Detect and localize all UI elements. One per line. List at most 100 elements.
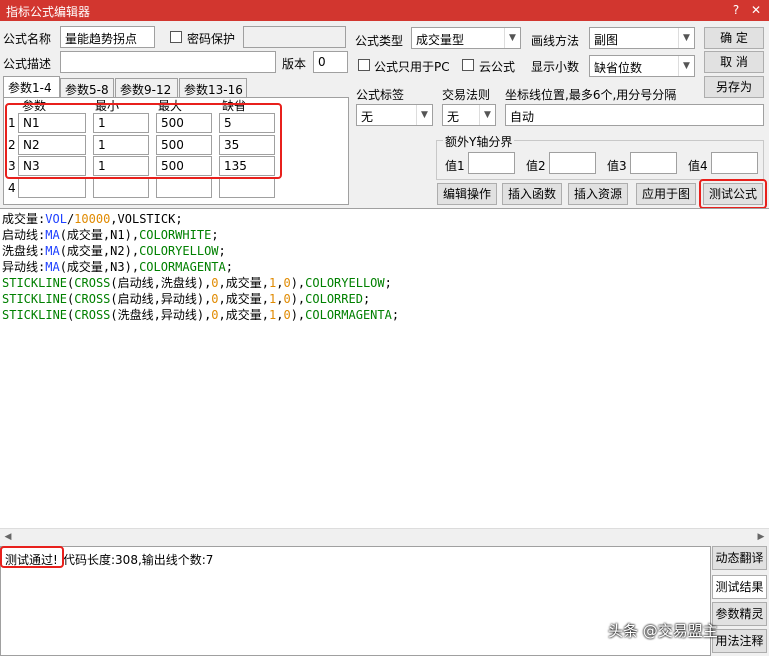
version-field[interactable]: 0 <box>313 51 348 73</box>
code-token: 0 <box>211 276 219 290</box>
scroll-left-icon[interactable]: ◀ <box>0 529 16 545</box>
code-token: ,VOLSTICK; <box>110 212 183 226</box>
code-token: ; <box>211 228 219 242</box>
password-field[interactable] <box>243 26 346 48</box>
chevron-down-icon: ▼ <box>678 28 694 48</box>
param-name-cell[interactable] <box>18 178 86 198</box>
code-token: (成交量,N2), <box>59 244 140 258</box>
code-token: ), <box>290 308 306 322</box>
version-label: 版本 <box>282 57 307 71</box>
draw-method-select[interactable]: 副图 ▼ <box>589 27 695 49</box>
formula-desc-field[interactable] <box>60 51 276 73</box>
password-checkbox[interactable] <box>170 31 182 43</box>
param-max-cell[interactable] <box>156 178 212 198</box>
chevron-down-icon: ▼ <box>416 105 432 125</box>
draw-method-label: 画线方法 <box>531 34 580 48</box>
cloud-label: 云公式 <box>479 60 516 74</box>
code-token: ), <box>290 292 306 306</box>
test-result-button[interactable]: 测试结果 <box>712 575 767 599</box>
code-line: 成交量:VOL/10000,VOLSTICK; <box>2 211 769 227</box>
insert-function-button[interactable]: 插入函数 <box>502 183 562 205</box>
window-title: 指标公式编辑器 <box>6 5 91 19</box>
formula-desc-label: 公式描述 <box>3 57 52 71</box>
param-default-cell[interactable] <box>219 178 275 198</box>
code-token: 成交量 <box>2 212 39 226</box>
formula-type-select[interactable]: 成交量型 ▼ <box>411 27 521 49</box>
trade-rule-select[interactable]: 无 ▼ <box>442 104 496 126</box>
code-token: ; <box>225 260 233 274</box>
code-token: CROSS <box>74 276 111 290</box>
coord-line-field[interactable]: 自动 <box>505 104 764 126</box>
horizontal-scrollbar[interactable]: ◀ ▶ <box>0 528 769 544</box>
tab-params-9-12[interactable]: 参数9-12 <box>115 78 178 98</box>
code-line: STICKLINE(CROSS(洗盘线,异动线),0,成交量,1,0),COLO… <box>2 307 769 323</box>
test-button-highlight <box>699 179 767 209</box>
code-token: MA <box>45 244 60 258</box>
cancel-button[interactable]: 取 消 <box>704 51 764 73</box>
param-min-cell[interactable] <box>93 178 149 198</box>
chevron-down-icon: ▼ <box>479 105 495 125</box>
tag-label: 公式标签 <box>356 88 405 102</box>
code-token: (启动线,洗盘线), <box>110 276 212 290</box>
y-value-3-field[interactable] <box>630 152 677 174</box>
trade-rule-value: 无 <box>447 110 460 124</box>
close-button[interactable]: ✕ <box>748 2 764 18</box>
pc-only-label: 公式只用于PC <box>374 60 450 74</box>
y-axis-label: 额外Y轴分界 <box>443 133 515 150</box>
y-value-4-field[interactable] <box>711 152 758 174</box>
ok-button[interactable]: 确 定 <box>704 27 764 49</box>
tab-params-5-8[interactable]: 参数5-8 <box>60 78 114 98</box>
code-token: COLORMAGENTA <box>305 308 392 322</box>
y-value-3-label: 值3 <box>607 159 627 173</box>
code-line: STICKLINE(CROSS(启动线,异动线),0,成交量,1,0),COLO… <box>2 291 769 307</box>
insert-resource-button[interactable]: 插入资源 <box>568 183 628 205</box>
code-token: 异动线 <box>2 260 39 274</box>
code-editor[interactable]: 成交量:VOL/10000,VOLSTICK; 启动线:MA(成交量,N1),CO… <box>0 208 769 544</box>
y-value-2-field[interactable] <box>549 152 596 174</box>
tag-select[interactable]: 无 ▼ <box>356 104 433 126</box>
chevron-down-icon: ▼ <box>678 56 694 76</box>
pc-only-checkbox[interactable] <box>358 59 370 71</box>
y-value-1-field[interactable] <box>468 152 515 174</box>
decimals-select[interactable]: 缺省位数 ▼ <box>589 55 695 77</box>
tab-params-13-16[interactable]: 参数13-16 <box>179 78 247 98</box>
code-token: (成交量,N1), <box>59 228 140 242</box>
edit-ops-button[interactable]: 编辑操作 <box>437 183 497 205</box>
code-line: STICKLINE(CROSS(启动线,洗盘线),0,成交量,1,0),COLO… <box>2 275 769 291</box>
tab-params-1-4[interactable]: 参数1-4 <box>3 76 60 99</box>
code-token: MA <box>45 260 60 274</box>
code-token: COLORYELLOW <box>139 244 219 258</box>
y-value-1-label: 值1 <box>445 159 465 173</box>
code-token: CROSS <box>74 308 111 322</box>
help-button[interactable]: ? <box>728 2 744 18</box>
output-panel: 测试通过! 代码长度:308,输出线个数:7 <box>0 546 711 656</box>
code-line: 洗盘线:MA(成交量,N2),COLORYELLOW; <box>2 243 769 259</box>
draw-method-value: 副图 <box>594 33 619 47</box>
code-token: ,成交量, <box>218 308 269 322</box>
code-token: ; <box>391 308 400 322</box>
apply-to-chart-button[interactable]: 应用于图 <box>636 183 696 205</box>
password-label: 密码保护 <box>187 32 236 46</box>
params-highlight <box>5 103 282 179</box>
usage-notes-button[interactable]: 用法注释 <box>712 629 767 653</box>
code-token: (洗盘线,异动线), <box>110 308 212 322</box>
cloud-checkbox[interactable] <box>462 59 474 71</box>
dynamic-translate-button[interactable]: 动态翻译 <box>712 546 767 570</box>
code-token: STICKLINE <box>2 276 68 290</box>
param-row-number: 4 <box>8 181 16 195</box>
coord-line-label: 坐标线位置,最多6个,用分号分隔 <box>505 88 677 102</box>
decimals-value: 缺省位数 <box>594 61 643 75</box>
code-token: 洗盘线 <box>2 244 39 258</box>
code-token: ), <box>290 276 306 290</box>
code-token: 0 <box>211 292 219 306</box>
param-wizard-button[interactable]: 参数精灵 <box>712 602 767 626</box>
code-token: 0 <box>211 308 219 322</box>
code-token: 0 <box>283 292 291 306</box>
formula-name-field[interactable]: 量能趋势拐点 <box>60 26 155 48</box>
formula-type-value: 成交量型 <box>416 33 465 47</box>
code-token: COLORRED <box>305 292 363 306</box>
code-token: STICKLINE <box>2 292 68 306</box>
watermark: 头条 @交易盟主 <box>608 622 718 640</box>
scroll-right-icon[interactable]: ▶ <box>753 529 769 545</box>
save-as-button[interactable]: 另存为 <box>704 76 764 98</box>
